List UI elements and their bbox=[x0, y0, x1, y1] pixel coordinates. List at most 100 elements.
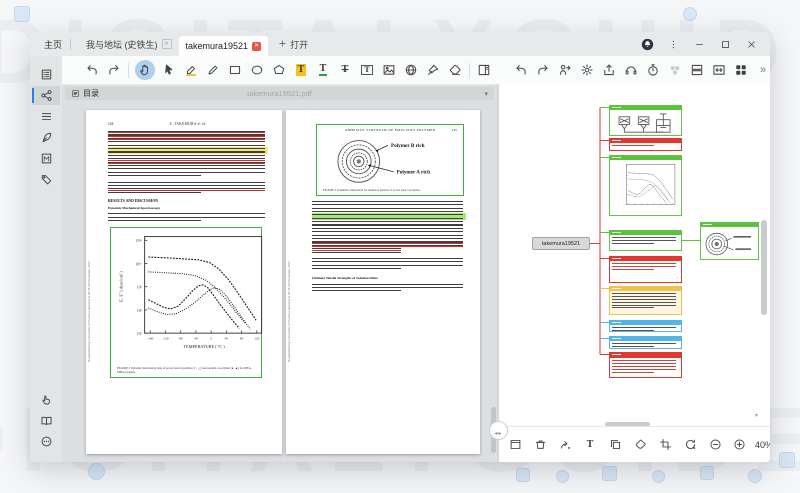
tag-icon[interactable] bbox=[32, 170, 60, 189]
mindmap-canvas[interactable]: takemura19521 ▾ bbox=[499, 84, 770, 428]
chevron-down-icon[interactable]: ▾ bbox=[484, 89, 488, 98]
ellipse-icon[interactable] bbox=[249, 62, 265, 78]
hand-icon[interactable] bbox=[135, 60, 155, 80]
pdf-page-left[interactable]: Downloaded by [University of Toronto Lib… bbox=[86, 110, 282, 454]
annotation-box-figure3[interactable]: ADHESIVE STRENGTH OF EMULSION POLYMER 14… bbox=[316, 124, 464, 196]
mindmap-root-node[interactable]: takemura19521 bbox=[532, 237, 590, 250]
zoom-in-button[interactable] bbox=[731, 437, 747, 453]
headset-icon[interactable] bbox=[623, 62, 639, 78]
trash-icon[interactable] bbox=[532, 437, 548, 453]
svg-text:-80: -80 bbox=[178, 337, 183, 341]
eraser-icon[interactable] bbox=[447, 62, 463, 78]
rect-icon[interactable] bbox=[227, 62, 243, 78]
apps-icon[interactable] bbox=[667, 62, 683, 78]
mindmap-node-fig2[interactable] bbox=[609, 155, 682, 216]
maximize-button[interactable] bbox=[719, 38, 732, 51]
hand-pointer-icon[interactable] bbox=[32, 390, 60, 409]
timer-icon[interactable] bbox=[645, 62, 661, 78]
text-tool-icon[interactable]: T bbox=[582, 437, 598, 453]
outline-icon[interactable] bbox=[32, 65, 60, 84]
image-icon[interactable] bbox=[381, 62, 397, 78]
document-canvas[interactable]: Downloaded by [University of Toronto Lib… bbox=[62, 102, 497, 462]
redo-icon[interactable] bbox=[535, 62, 551, 78]
panel-toggle-button[interactable]: ◂▸ bbox=[489, 421, 508, 440]
tab-label: takemura19521 bbox=[186, 41, 249, 51]
mindmap-node-note2[interactable] bbox=[609, 230, 682, 251]
home-tab[interactable]: 主页 bbox=[44, 38, 62, 51]
split-icon[interactable] bbox=[689, 62, 705, 78]
person-icon[interactable] bbox=[557, 62, 573, 78]
undo-icon[interactable] bbox=[84, 62, 100, 78]
page-running-head: 144 S. TAKEMURA et al. bbox=[108, 122, 268, 126]
fit-width-icon[interactable] bbox=[711, 62, 727, 78]
crop-icon[interactable] bbox=[657, 437, 673, 453]
more-icon[interactable] bbox=[32, 432, 60, 451]
pdf-page-right[interactable]: Downloaded by [University of Toronto Lib… bbox=[286, 110, 480, 454]
mindmap-node-fig1[interactable] bbox=[609, 105, 682, 136]
tab-close-icon[interactable]: ✕ bbox=[252, 42, 261, 51]
notifications-icon[interactable] bbox=[641, 38, 654, 51]
mindmap-node-note4[interactable] bbox=[609, 286, 682, 315]
text-underline-icon[interactable]: T bbox=[315, 62, 331, 78]
refresh-icon[interactable] bbox=[682, 437, 698, 453]
svg-text:120: 120 bbox=[254, 337, 259, 341]
text-box-icon[interactable]: T bbox=[359, 62, 375, 78]
copy-icon[interactable] bbox=[607, 437, 623, 453]
text-line bbox=[312, 289, 466, 292]
cursor-icon[interactable] bbox=[161, 62, 177, 78]
reader-icon[interactable] bbox=[32, 411, 60, 430]
note-m-icon[interactable] bbox=[32, 149, 60, 168]
mindmap-node-note6[interactable] bbox=[609, 336, 682, 349]
tab-document-2[interactable]: takemura19521 ✕ bbox=[179, 36, 269, 56]
mindmap-node-note7[interactable] bbox=[609, 352, 682, 378]
document-header-bar[interactable]: 目录 takemura19521.pdf ▾ bbox=[65, 87, 494, 100]
redo-icon[interactable] bbox=[106, 62, 122, 78]
zoom-out-button[interactable] bbox=[707, 437, 723, 453]
globe-icon[interactable] bbox=[403, 62, 419, 78]
node-figure bbox=[610, 110, 681, 136]
node-text bbox=[610, 358, 681, 375]
grid-icon[interactable] bbox=[733, 62, 749, 78]
tab-close-icon[interactable]: ✕ bbox=[162, 39, 172, 49]
node-text bbox=[610, 261, 681, 272]
section-heading: Ultimate Tensile Strengths of Solution F… bbox=[312, 276, 466, 280]
mindmap-node-note5[interactable] bbox=[609, 320, 682, 332]
gear-icon[interactable] bbox=[579, 62, 595, 78]
node-text bbox=[610, 235, 681, 246]
undo-icon[interactable] bbox=[513, 62, 529, 78]
mindmap-node-fig3[interactable] bbox=[700, 222, 759, 260]
mindmap-scrollbar-vertical[interactable] bbox=[761, 220, 767, 315]
close-button[interactable] bbox=[745, 38, 758, 51]
pen-icon[interactable] bbox=[205, 62, 221, 78]
more-vert-icon[interactable] bbox=[667, 38, 680, 51]
open-file-button[interactable]: 打开 bbox=[278, 38, 308, 51]
desktop-icon bbox=[652, 470, 665, 483]
mindmap-icon[interactable] bbox=[32, 86, 60, 105]
figure3-illustration: Polymer B rich Polymer A rich bbox=[319, 133, 461, 188]
list-icon[interactable] bbox=[32, 107, 60, 126]
text-highlight-icon[interactable]: T bbox=[293, 62, 309, 78]
overflow-icon[interactable]: » bbox=[755, 62, 770, 78]
export-icon[interactable] bbox=[601, 62, 617, 78]
subsection-heading: Dynamic Mechanical Spectroscopy bbox=[108, 206, 268, 210]
tab-document-1[interactable]: 我与地坛 (史铁生) ✕ bbox=[79, 32, 179, 56]
share-icon[interactable] bbox=[557, 437, 573, 453]
eraser-sm-icon[interactable] bbox=[632, 437, 648, 453]
minimize-button[interactable] bbox=[693, 38, 706, 51]
annotation-box-figure2[interactable]: 10¹¹10¹⁰10⁹10⁸10⁷-160-120-80-4004080120T… bbox=[110, 227, 262, 378]
svg-text:10¹⁰: 10¹⁰ bbox=[136, 263, 143, 267]
text-strike-icon[interactable]: T bbox=[337, 62, 353, 78]
paragraph-block bbox=[312, 282, 466, 292]
text-line bbox=[108, 187, 268, 190]
polygon-icon[interactable] bbox=[271, 62, 287, 78]
mindmap-node-note1[interactable] bbox=[609, 138, 682, 151]
scroll-corner-caret: ▾ bbox=[755, 412, 758, 419]
notes-panel-icon[interactable] bbox=[476, 62, 492, 78]
signature-icon[interactable] bbox=[425, 62, 441, 78]
board-icon[interactable] bbox=[507, 437, 523, 453]
mindmap-node-note3[interactable] bbox=[609, 256, 682, 283]
quill-icon[interactable] bbox=[32, 128, 60, 147]
pdf-viewer: 目录 takemura19521.pdf ▾ Downloaded by [Un… bbox=[62, 85, 497, 462]
highlighter-icon[interactable] bbox=[183, 62, 199, 78]
text-line bbox=[108, 137, 268, 140]
